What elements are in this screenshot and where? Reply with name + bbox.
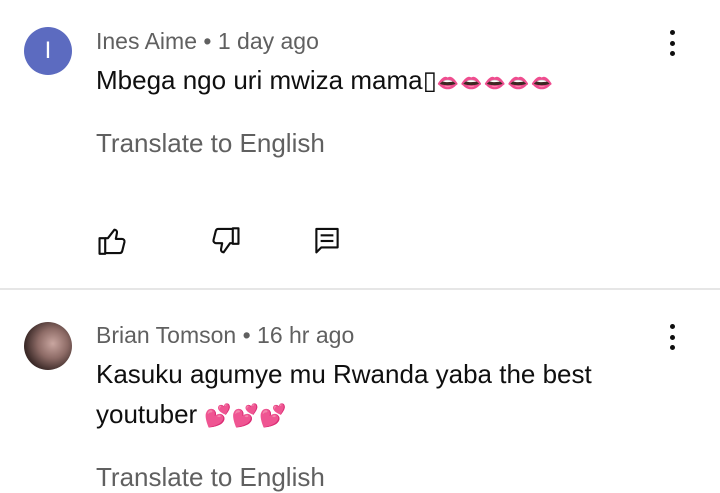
comment-time: 16 hr ago xyxy=(257,322,355,348)
avatar[interactable]: I xyxy=(24,27,72,75)
more-vert-icon[interactable] xyxy=(660,320,684,354)
comment-text: Mbega ngo uri mwiza mama▯👄👄👄👄👄 xyxy=(96,60,656,103)
comment-item: I Ines Aime • 1 day ago Mbega ngo uri mw… xyxy=(0,0,720,288)
thumb-up-icon[interactable] xyxy=(96,224,130,258)
comment-time: 1 day ago xyxy=(217,28,319,54)
comment-text: Kasuku agumye mu Rwanda yaba the best yo… xyxy=(96,354,656,436)
comment-item: Brian Tomson • 16 hr ago Kasuku agumye m… xyxy=(0,290,720,492)
reply-comment-icon[interactable] xyxy=(310,224,344,258)
comment-actions xyxy=(96,224,356,258)
translate-button[interactable]: Translate to English xyxy=(96,462,325,493)
comment-meta: Ines Aime • 1 day ago xyxy=(96,28,319,55)
comment-text-body: Mbega ngo uri mwiza mama xyxy=(96,65,423,95)
author-name[interactable]: Brian Tomson xyxy=(96,322,236,348)
hearts-emoji: 💕💕💕 xyxy=(204,403,287,428)
avatar[interactable] xyxy=(24,322,72,370)
meta-separator: • xyxy=(203,28,212,54)
more-vert-icon[interactable] xyxy=(660,26,684,60)
author-name[interactable]: Ines Aime xyxy=(96,28,197,54)
thumb-down-icon[interactable] xyxy=(208,224,242,258)
missing-glyph: ▯ xyxy=(422,65,437,95)
meta-separator: • xyxy=(242,322,251,348)
comment-meta: Brian Tomson • 16 hr ago xyxy=(96,322,354,349)
lips-emoji: 👄👄👄👄👄 xyxy=(436,73,554,93)
translate-button[interactable]: Translate to English xyxy=(96,128,325,159)
comment-text-body: Kasuku agumye mu Rwanda yaba the best yo… xyxy=(96,359,592,429)
